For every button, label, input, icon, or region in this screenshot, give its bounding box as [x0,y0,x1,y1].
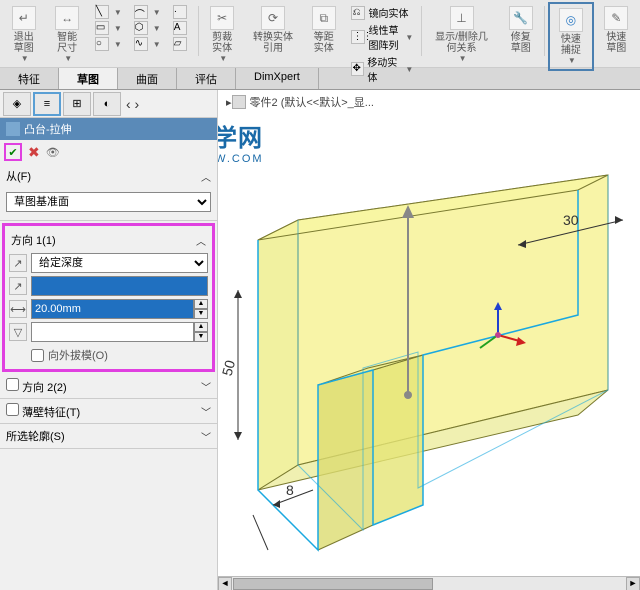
horizontal-scrollbar[interactable]: ◄ ► [218,576,640,590]
ok-cancel-bar: ✔ ✖ 👁 [0,140,217,164]
exit-sketch-button[interactable]: ↵ 退出草图 ▼ [3,2,44,67]
extrude-icon [6,122,20,136]
snap-icon: ◎ [559,8,583,32]
selected-contours-header[interactable]: 所选轮廓(S) ﹀ [0,424,217,448]
smart-dimension-button[interactable]: ↔ 智能尺寸 ▼ [46,2,87,67]
expand-icon: ﹀ [201,379,211,394]
selected-contours-section: 所选轮廓(S) ﹀ [0,424,217,449]
expand-icon: ﹀ [201,404,211,419]
pattern-group: ⎌镜向实体 ⋮⋮线性草图阵列▼ ✥移动实体▼ [345,2,419,87]
linear-pattern-button[interactable]: ⋮⋮线性草图阵列▼ [347,21,417,53]
display-delete-button[interactable]: ⊥ 显示/删除几何关系 ▼ [425,2,498,67]
text-tool[interactable]: A [169,20,194,36]
fm-tab-3[interactable]: ⊞ [63,92,91,116]
tab-sketch[interactable]: 草图 [59,68,118,89]
depth-input[interactable] [31,299,194,319]
direction1-section: 方向 1(1) ︿ ↗ 给定深度 ↗ ⟷ ▲ ▼ [2,223,215,372]
sketch-tools-group3: · A ▱ [167,2,196,54]
chevron-down-icon: ▼ [64,54,72,63]
command-tabs: 特征 草图 曲面 评估 DimXpert [0,68,640,90]
direction2-section: 方向 2(2) ﹀ [0,374,217,399]
offset-icon: ⧉ [312,6,336,30]
direction2-checkbox[interactable] [6,378,19,391]
fm-tab-4[interactable]: ◐ [93,92,121,116]
convert-entities-button[interactable]: ⟳ 转换实体引用 [245,2,301,58]
graphics-viewport[interactable]: ▸ 零件2 (默认<<默认>_显... 软件自学网 WWW.RJZXW.COM [218,90,640,590]
thin-feature-section: 薄壁特征(T) ﹀ [0,399,217,424]
scroll-left[interactable]: ◄ [218,577,232,590]
dimension-50: 50 [219,358,239,377]
ok-button[interactable]: ✔ [4,143,22,161]
from-section-header[interactable]: 从(F) ︿ [0,164,217,188]
thin-feature-header[interactable]: 薄壁特征(T) ﹀ [0,399,217,423]
depth-icon: ⟷ [9,300,27,318]
circle-tool[interactable]: ○▼ [91,36,126,52]
tab-dimxpert[interactable]: DimXpert [236,68,319,89]
repair-icon: 🔧 [509,6,533,30]
quick-sketch-icon: ✎ [604,6,628,30]
mirror-entities-button[interactable]: ⎌镜向实体 [347,4,417,21]
move-entities-button[interactable]: ✥移动实体▼ [347,53,417,85]
draft-up[interactable]: ▲ [194,322,208,332]
spline-tool[interactable]: ∿▼ [130,36,165,52]
sketch-tools-group2: ⌒▼ ⬡▼ ∿▼ [128,2,167,54]
outward-draft-checkbox[interactable] [31,349,44,362]
quick-snap-button[interactable]: ◎ 快速捕捉 ▼ [548,2,593,71]
draft-icon[interactable]: ▽ [9,323,27,341]
direction1-label: 方向 1(1) [11,232,56,248]
reverse-direction-icon[interactable]: ↗ [9,254,27,272]
direction-arrow-icon[interactable]: ↗ [9,277,27,295]
smart-dim-icon: ↔ [55,6,79,30]
ribbon-toolbar: ↵ 退出草图 ▼ ↔ 智能尺寸 ▼ ╲▼ ▭▼ ○▼ ⌒▼ ⬡▼ ∿▼ · A … [0,0,640,68]
dimension-30: 30 [563,212,579,228]
direction2-header[interactable]: 方向 2(2) ﹀ [0,374,217,398]
draft-down[interactable]: ▼ [194,332,208,342]
direction-vector-input[interactable] [31,276,208,296]
draft-input[interactable] [31,322,194,342]
rect-tool[interactable]: ▭▼ [91,20,126,36]
watermark: 软件自学网 WWW.RJZXW.COM [218,118,264,165]
outward-draft-label: 向外拔模(O) [48,347,108,363]
thin-feature-checkbox[interactable] [6,403,19,416]
line-tool[interactable]: ╲▼ [91,4,126,20]
depth-down[interactable]: ▼ [194,309,208,319]
scroll-thumb[interactable] [233,578,433,590]
cancel-button[interactable]: ✖ [28,144,40,161]
tab-surfaces[interactable]: 曲面 [118,68,177,89]
point-tool[interactable]: · [169,4,194,20]
from-section: 从(F) ︿ 草图基准面 [0,164,217,221]
fm-nav-arrows[interactable]: ‹ › [126,96,139,112]
expand-icon: ﹀ [201,429,211,444]
end-condition-select[interactable]: 给定深度 [31,253,208,273]
depth-up[interactable]: ▲ [194,299,208,309]
arc-tool[interactable]: ⌒▼ [130,4,165,20]
feature-title-text: 凸台-拉伸 [24,121,72,137]
offset-entities-button[interactable]: ⧉ 等距实体 [303,2,344,58]
polygon-tool[interactable]: ⬡▼ [130,20,165,36]
tab-evaluate[interactable]: 评估 [177,68,236,89]
dimension-8: 8 [286,482,294,498]
exit-sketch-icon: ↵ [12,6,36,30]
collapse-icon: ︿ [201,169,211,184]
relations-icon: ⊥ [450,6,474,30]
feature-title-bar: 凸台-拉伸 [0,118,217,140]
collapse-icon: ︿ [196,233,206,248]
fm-tab-2[interactable]: ≡ [33,92,61,116]
feature-manager-tabs: ◈ ≡ ⊞ ◐ ‹ › [0,90,217,118]
quick-sketch-button[interactable]: ✎ 快速草图 [596,2,637,58]
convert-icon: ⟳ [261,6,285,30]
trim-icon: ✂ [210,6,234,30]
chevron-down-icon: ▼ [21,54,29,63]
repair-sketch-button[interactable]: 🔧 修复草图 [500,2,541,58]
trim-entities-button[interactable]: ✂ 剪裁实体 ▼ [201,2,242,67]
from-plane-select[interactable]: 草图基准面 [6,192,211,212]
tab-features[interactable]: 特征 [0,68,59,89]
property-manager: ◈ ≡ ⊞ ◐ ‹ › 凸台-拉伸 ✔ ✖ 👁 从(F) ︿ 草图基准面 [0,90,218,590]
fm-tab-1[interactable]: ◈ [3,92,31,116]
plane-tool[interactable]: ▱ [169,36,194,52]
preview-button[interactable]: 👁 [46,146,60,159]
sketch-tools-group: ╲▼ ▭▼ ○▼ [89,2,128,54]
scroll-right[interactable]: ► [626,577,640,590]
3d-model-view[interactable]: 30 50 8 [218,90,640,590]
